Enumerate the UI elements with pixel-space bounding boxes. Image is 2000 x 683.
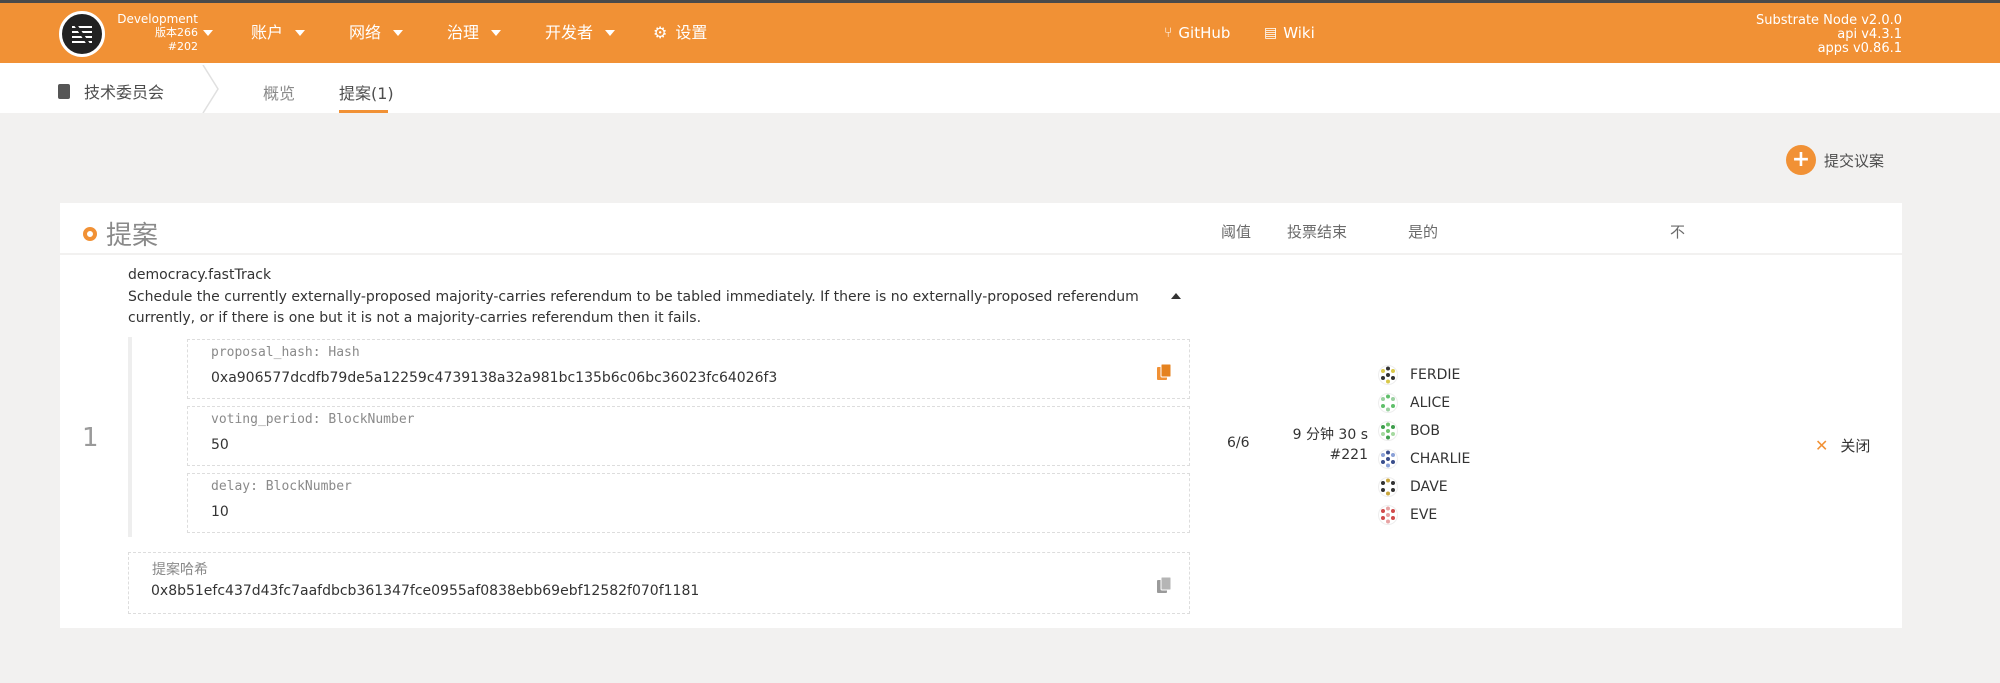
voter-name: FERDIE — [1410, 367, 1461, 383]
column-voting-end: 投票结束 — [1287, 223, 1348, 241]
collapse-chevron-up-icon[interactable] — [1171, 293, 1181, 299]
column-nays: 不 — [1670, 223, 1686, 241]
node-name: Substrate Node v2.0.0 — [1756, 13, 1902, 28]
voter-name: BOB — [1410, 423, 1440, 439]
param-value: 50 — [211, 437, 229, 453]
identicon-icon — [1378, 421, 1398, 441]
tab-overview[interactable]: 概览 — [263, 80, 295, 104]
param-label: proposal_hash: Hash — [211, 345, 360, 360]
chevron-down-icon — [491, 30, 502, 36]
menu-developer-label: 开发者 — [545, 23, 594, 42]
identicon-icon — [1378, 365, 1398, 385]
proposal-index: 1 — [82, 423, 99, 453]
voting-end-block: #221 — [1329, 447, 1368, 463]
active-tab-indicator — [339, 110, 388, 113]
identicon-icon — [1378, 477, 1398, 497]
chain-dropdown-chevron-icon[interactable] — [203, 30, 213, 36]
voter-name: CHARLIE — [1410, 451, 1471, 467]
voting-end-time: 9 分钟 30 s — [1292, 427, 1368, 443]
identicon-icon — [1378, 393, 1398, 413]
close-label: 关闭 — [1840, 437, 1871, 455]
sub-navigation: 技术委员会 概览 提案(1) — [0, 63, 2000, 113]
close-proposal-button[interactable]: ✕ 关闭 — [1815, 435, 1870, 456]
apps-version: apps v0.86.1 — [1817, 41, 1902, 56]
param-proposal-hash: proposal_hash: Hash 0xa906577dcdfb79de5a… — [187, 339, 1190, 399]
voter-name: ALICE — [1410, 395, 1451, 411]
ayes-list: FERDIE ALICE BOB CHARLIE DAVE EVE — [1378, 361, 1470, 529]
param-value: 0xa906577dcdfb79de5a12259c4739138a32a981… — [211, 370, 778, 386]
param-delay: delay: BlockNumber 10 — [187, 473, 1190, 533]
close-icon: ✕ — [1815, 436, 1829, 455]
table-title-label: 提案 — [106, 221, 159, 251]
wiki-label: Wiki — [1283, 24, 1315, 42]
chevron-down-icon — [605, 30, 616, 36]
chain-name: Development — [117, 12, 198, 26]
column-threshold: 阈值 — [1221, 223, 1252, 241]
menu-governance-label: 治理 — [447, 23, 480, 42]
menu-settings-label: 设置 — [675, 23, 708, 42]
github-label: GitHub — [1178, 24, 1231, 42]
voter-name: DAVE — [1410, 479, 1448, 495]
identicon-icon — [1378, 505, 1398, 525]
voter-bob[interactable]: BOB — [1378, 417, 1470, 445]
submit-proposal-button[interactable]: + 提交议案 — [1786, 145, 1884, 175]
proposal-hash-box: 提案哈希 0x8b51efc437d43fc7aafdbcb361347fce0… — [128, 552, 1190, 614]
menu-governance[interactable]: 治理 — [447, 23, 502, 43]
voting-end: 9 分钟 30 s #221 — [1280, 425, 1368, 465]
book-icon: ▤ — [1264, 25, 1278, 41]
proposal-description: Schedule the currently externally-propos… — [128, 289, 1139, 326]
voter-dave[interactable]: DAVE — [1378, 473, 1470, 501]
node-info: Substrate Node v2.0.0 api v4.3.1 apps v0… — [1756, 14, 1902, 56]
column-ayes: 是的 — [1408, 223, 1439, 241]
section-title-label: 技术委员会 — [84, 83, 165, 102]
menu-network-label: 网络 — [349, 23, 382, 42]
chevron-down-icon — [393, 30, 404, 36]
table-title: 提案 — [83, 215, 158, 252]
microchip-icon — [58, 83, 70, 99]
substrate-logo-icon[interactable] — [59, 11, 105, 57]
github-link[interactable]: ⑂ GitHub — [1164, 24, 1230, 42]
breadcrumb-chevron-icon — [202, 65, 219, 113]
copy-icon[interactable] — [1157, 577, 1171, 593]
params-indent-bar — [128, 337, 132, 537]
menu-accounts[interactable]: 账户 — [251, 23, 306, 43]
threshold-value: 6/6 — [1227, 435, 1250, 451]
chain-info[interactable]: Development 版本266 #202 — [104, 12, 198, 54]
proposals-table: 提案 阈值 投票结束 是的 不 1 democracy.fastTrack Sc… — [60, 203, 1902, 628]
menu-developer[interactable]: 开发者 — [545, 23, 616, 43]
menu-network[interactable]: 网络 — [349, 23, 404, 43]
menu-accounts-label: 账户 — [251, 23, 284, 42]
voter-alice[interactable]: ALICE — [1378, 389, 1470, 417]
plus-icon: + — [1786, 145, 1816, 175]
table-header: 提案 阈值 投票结束 是的 不 — [60, 203, 1902, 255]
proposal-hash-value: 0x8b51efc437d43fc7aafdbcb361347fce0955af… — [151, 583, 700, 599]
voter-name: EVE — [1410, 507, 1438, 523]
code-branch-icon: ⑂ — [1164, 25, 1173, 41]
proposal-hash-label: 提案哈希 — [152, 562, 208, 578]
spec-version: 版本266 — [155, 26, 198, 39]
copy-icon[interactable] — [1157, 364, 1171, 380]
submit-proposal-label: 提交议案 — [1824, 151, 1885, 170]
menu-settings[interactable]: ⚙ 设置 — [653, 23, 707, 43]
voter-eve[interactable]: EVE — [1378, 501, 1470, 529]
api-version: api v4.3.1 — [1837, 27, 1902, 42]
param-label: delay: BlockNumber — [211, 479, 352, 494]
param-value: 10 — [211, 504, 229, 520]
gears-icon: ⚙ — [653, 23, 668, 42]
best-block: #202 — [167, 40, 198, 53]
chevron-down-icon — [295, 30, 306, 36]
param-label: voting_period: BlockNumber — [211, 412, 415, 427]
bullet-icon — [83, 226, 97, 241]
top-navigation-bar: Development 版本266 #202 账户 网络 治理 开发者 ⚙ 设置 … — [0, 3, 2000, 63]
voter-charlie[interactable]: CHARLIE — [1378, 445, 1470, 473]
voter-ferdie[interactable]: FERDIE — [1378, 361, 1470, 389]
identicon-icon — [1378, 449, 1398, 469]
tab-proposals[interactable]: 提案(1) — [339, 80, 394, 104]
wiki-link[interactable]: ▤ Wiki — [1264, 24, 1315, 42]
section-title: 技术委员会 — [58, 79, 164, 103]
proposal-method: democracy.fastTrack — [128, 267, 272, 283]
param-voting-period: voting_period: BlockNumber 50 — [187, 406, 1190, 466]
